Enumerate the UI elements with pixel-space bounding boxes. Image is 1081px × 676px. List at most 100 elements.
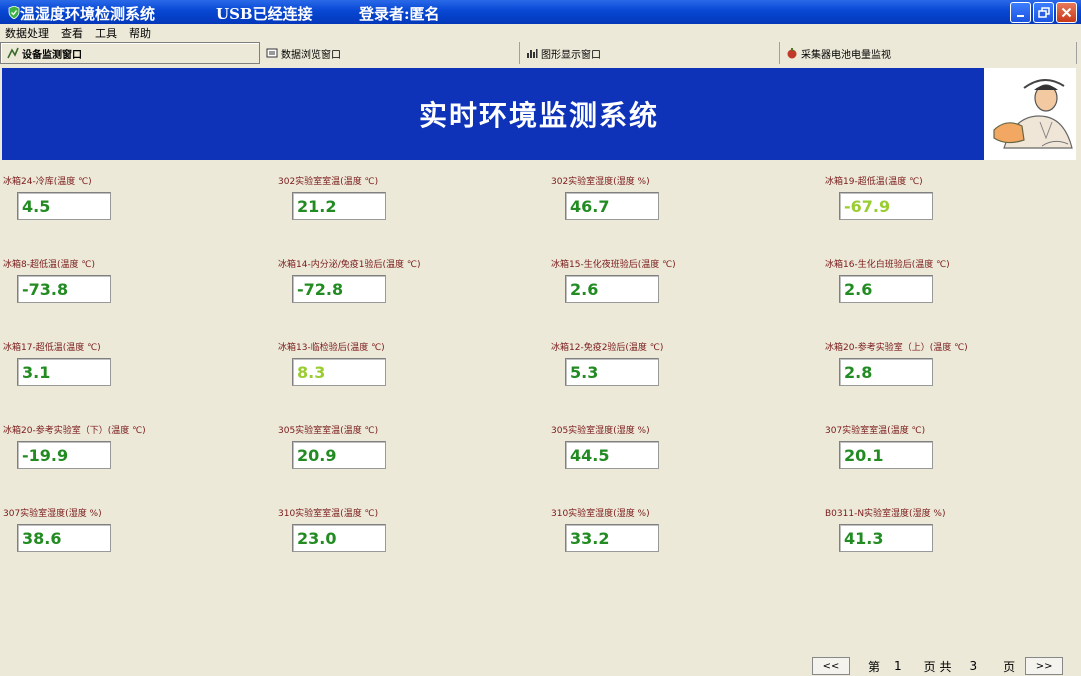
sensor-cell: 310实验室室温(温度 ℃) 23.0	[278, 506, 518, 552]
operator-illustration	[984, 68, 1076, 160]
restore-button[interactable]	[1033, 2, 1054, 23]
tab-label: 图形显示窗口	[541, 49, 601, 61]
sensor-cell: 冰箱12-免疫2验后(温度 ℃) 5.3	[551, 340, 791, 386]
user-label: 登录者:匿名	[359, 5, 440, 23]
sensor-value: 21.2	[292, 192, 386, 220]
sensor-label: 305实验室室温(温度 ℃)	[278, 426, 379, 436]
sensor-cell: 冰箱13-临检验后(温度 ℃) 8.3	[278, 340, 518, 386]
sensor-value: 46.7	[565, 192, 659, 220]
sensor-value: 44.5	[565, 441, 659, 469]
sensor-value: 38.6	[17, 524, 111, 552]
window-controls	[1010, 2, 1077, 23]
sensor-value: -67.9	[839, 192, 933, 220]
tab-chart-display[interactable]: 图形显示窗口	[520, 42, 780, 64]
tab-label: 设备监测窗口	[22, 49, 82, 61]
minimize-icon	[1016, 14, 1024, 17]
sensor-label: 310实验室湿度(湿度 %)	[551, 509, 650, 519]
current-page: 1	[894, 659, 902, 673]
sensor-label: 302实验室室温(温度 ℃)	[278, 177, 379, 187]
sensor-label: 冰箱20-参考实验室（下）(温度 ℃)	[3, 426, 146, 436]
sensor-value: 33.2	[565, 524, 659, 552]
tab-device-monitor[interactable]: 设备监测窗口	[0, 42, 260, 64]
banner-title: 实时环境监测系统	[418, 99, 659, 132]
tab-label: 采集器电池电量监视	[801, 49, 891, 61]
tab-data-browse[interactable]: 数据浏览窗口	[260, 42, 520, 64]
sensor-value: -19.9	[17, 441, 111, 469]
sensor-value: 8.3	[292, 358, 386, 386]
sensor-cell: 冰箱14-内分泌/免疫1验后(温度 ℃) -72.8	[278, 257, 518, 303]
sensor-cell: B0311-N实验室湿度(湿度 %) 41.3	[825, 506, 1065, 552]
chart-icon	[526, 47, 538, 59]
page-suffix: 页	[1003, 659, 1016, 674]
sensor-cell: 冰箱17-超低温(温度 ℃) 3.1	[3, 340, 243, 386]
sensor-cell: 冰箱20-参考实验室（上）(温度 ℃) 2.8	[825, 340, 1065, 386]
next-page-button[interactable]: >>	[1025, 657, 1064, 675]
sensor-label: 冰箱13-临检验后(温度 ℃)	[278, 343, 385, 353]
sensor-label: 冰箱20-参考实验室（上）(温度 ℃)	[825, 343, 968, 353]
sensor-label: 冰箱19-超低温(温度 ℃)	[825, 177, 923, 187]
browse-icon	[266, 47, 278, 59]
menu-tools[interactable]: 工具	[95, 25, 117, 41]
sensor-label: 冰箱17-超低温(温度 ℃)	[3, 343, 101, 353]
sensor-value: -72.8	[292, 275, 386, 303]
tab-battery-monitor[interactable]: 采集器电池电量监视	[780, 42, 1077, 64]
restore-icon	[1037, 6, 1050, 18]
sensor-cell: 302实验室湿度(湿度 %) 46.7	[551, 174, 791, 220]
total-pages: 3	[969, 659, 978, 673]
battery-icon	[786, 47, 798, 59]
app-shield-icon	[7, 5, 21, 19]
sensor-cell: 冰箱24-冷库(温度 ℃) 4.5	[3, 174, 243, 220]
sensor-value: 23.0	[292, 524, 386, 552]
banner: 实时环境监测系统	[2, 68, 1076, 160]
sensor-value: 2.6	[839, 275, 933, 303]
monitor-icon	[7, 47, 19, 59]
sensor-value: 5.3	[565, 358, 659, 386]
close-button[interactable]	[1056, 2, 1077, 23]
sensor-cell: 冰箱15-生化夜班验后(温度 ℃) 2.6	[551, 257, 791, 303]
sensor-label: 冰箱14-内分泌/免疫1验后(温度 ℃)	[278, 260, 421, 270]
prev-page-button[interactable]: <<	[812, 657, 850, 675]
sensor-cell: 302实验室室温(温度 ℃) 21.2	[278, 174, 518, 220]
sensor-cell: 冰箱16-生化白班验后(温度 ℃) 2.6	[825, 257, 1065, 303]
sensor-value: 2.6	[565, 275, 659, 303]
sensor-label: 310实验室室温(温度 ℃)	[278, 509, 379, 519]
usb-status: USB已经连接	[216, 5, 313, 23]
sensor-cell: 305实验室湿度(湿度 %) 44.5	[551, 423, 791, 469]
sensor-label: 305实验室湿度(湿度 %)	[551, 426, 650, 436]
sensor-label: 302实验室湿度(湿度 %)	[551, 177, 650, 187]
sensor-cell: 310实验室湿度(湿度 %) 33.2	[551, 506, 791, 552]
sensor-label: 冰箱12-免疫2验后(温度 ℃)	[551, 343, 664, 353]
sensor-label: 307实验室室温(温度 ℃)	[825, 426, 926, 436]
menu-bar: 数据处理 查看 工具 帮助	[0, 24, 1081, 42]
tab-bar: 设备监测窗口 数据浏览窗口 图形显示窗口 采集器电池电量监视	[0, 42, 1081, 64]
sensor-cell: 305实验室室温(温度 ℃) 20.9	[278, 423, 518, 469]
sensor-value: 2.8	[839, 358, 933, 386]
sensor-cell: 冰箱19-超低温(温度 ℃) -67.9	[825, 174, 1065, 220]
page-prefix: 第	[868, 659, 881, 674]
sensor-cell: 307实验室湿度(湿度 %) 38.6	[3, 506, 243, 552]
sensor-value: 20.9	[292, 441, 386, 469]
title-bar: 温湿度环境检测系统 USB已经连接 登录者:匿名	[0, 0, 1081, 24]
close-icon	[1061, 7, 1072, 18]
sensor-label: 冰箱8-超低温(温度 ℃)	[3, 260, 95, 270]
sensor-label: B0311-N实验室湿度(湿度 %)	[825, 509, 946, 519]
menu-data-processing[interactable]: 数据处理	[5, 25, 49, 41]
sensor-label: 冰箱24-冷库(温度 ℃)	[3, 177, 92, 187]
sensor-label: 307实验室湿度(湿度 %)	[3, 509, 102, 519]
minimize-button[interactable]	[1010, 2, 1031, 23]
page-mid: 页 共	[923, 659, 952, 674]
sensor-value: 41.3	[839, 524, 933, 552]
sensor-cell: 冰箱8-超低温(温度 ℃) -73.8	[3, 257, 243, 303]
sensor-value: 20.1	[839, 441, 933, 469]
sensor-value: 4.5	[17, 192, 111, 220]
sensor-label: 冰箱16-生化白班验后(温度 ℃)	[825, 260, 950, 270]
pager: << 第 1 页 共 3 页 >>	[812, 656, 1064, 676]
tab-label: 数据浏览窗口	[281, 49, 341, 61]
sensor-cell: 307实验室室温(温度 ℃) 20.1	[825, 423, 1065, 469]
menu-help[interactable]: 帮助	[129, 25, 151, 41]
sensor-value: -73.8	[17, 275, 111, 303]
sensor-label: 冰箱15-生化夜班验后(温度 ℃)	[551, 260, 676, 270]
menu-view[interactable]: 查看	[61, 25, 83, 41]
app-title: 温湿度环境检测系统	[20, 5, 156, 23]
sensor-value: 3.1	[17, 358, 111, 386]
